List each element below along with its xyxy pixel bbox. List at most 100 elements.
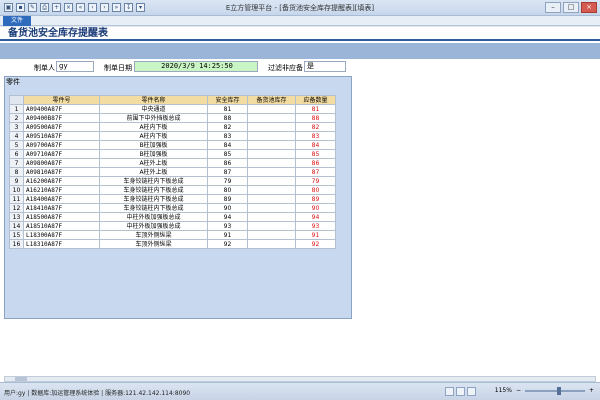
layout-view-icon[interactable] [456,387,465,396]
row-number[interactable]: 9 [9,176,24,186]
cell-part-code[interactable]: L18310A87F [23,239,100,249]
cell-part-code[interactable]: A09400A87F [23,104,100,114]
scroll-thumb[interactable] [15,377,27,381]
cell-need-qty[interactable]: 88 [295,113,336,123]
cell-pool-stock[interactable] [247,185,296,195]
cell-pool-stock[interactable] [247,149,296,159]
cell-need-qty[interactable]: 86 [295,158,336,168]
file-tab[interactable]: 文件 [3,16,31,26]
cell-safe-stock[interactable]: 83 [207,131,248,141]
cell-part-name[interactable]: 中柱外板加强板总成 [99,221,208,231]
cell-part-code[interactable]: A18410A87F [23,203,100,213]
table-row[interactable]: 5 A09700A87F B柱加强板 84 84 [9,140,336,150]
cell-safe-stock[interactable]: 79 [207,176,248,186]
cell-safe-stock[interactable]: 82 [207,122,248,132]
cell-safe-stock[interactable]: 81 [207,104,248,114]
maker-field[interactable]: gy [56,61,94,72]
table-row[interactable]: 7 A09800A87F A柱外上板 86 86 [9,158,336,168]
cell-need-qty[interactable]: 92 [295,239,336,249]
cell-safe-stock[interactable]: 87 [207,167,248,177]
cell-need-qty[interactable]: 79 [295,176,336,186]
table-row[interactable]: 11 A18400A87F 车身铰链柱内下板总成 89 89 [9,194,336,204]
cell-part-code[interactable]: A09400B87F [23,113,100,123]
cell-pool-stock[interactable] [247,212,296,222]
table-row[interactable]: 9 A16200A87F 车身铰链柱内下板总成 79 79 [9,176,336,186]
cell-safe-stock[interactable]: 88 [207,113,248,123]
row-number[interactable]: 10 [9,185,24,195]
cell-need-qty[interactable]: 89 [295,194,336,204]
zoom-out-icon[interactable]: − [516,387,521,394]
cell-part-code[interactable]: A18500A87F [23,212,100,222]
row-number[interactable]: 11 [9,194,24,204]
zoom-slider[interactable] [524,386,585,395]
maximize-icon[interactable]: □ [563,2,579,13]
date-field[interactable]: 2020/3/9 14:25:50 [134,61,258,72]
cell-part-name[interactable]: B柱加强板 [99,140,208,150]
cell-part-code[interactable]: A16200A87F [23,176,100,186]
cell-safe-stock[interactable]: 90 [207,203,248,213]
cell-pool-stock[interactable] [247,221,296,231]
cell-pool-stock[interactable] [247,194,296,204]
cell-part-name[interactable]: 车身铰链柱内下板总成 [99,194,208,204]
cell-part-name[interactable]: A柱内下板 [99,131,208,141]
table-row[interactable]: 12 A18410A87F 车身铰链柱内下板总成 90 90 [9,203,336,213]
zoom-knob[interactable] [556,386,561,395]
table-row[interactable]: 8 A09810A87F A柱外上板 87 87 [9,167,336,177]
cell-need-qty[interactable]: 85 [295,149,336,159]
row-number[interactable]: 14 [9,221,24,231]
cell-part-name[interactable]: 中央通道 [99,104,208,114]
cell-part-code[interactable]: A09710A87F [23,149,100,159]
cell-part-name[interactable]: 车身铰链柱内下板总成 [99,203,208,213]
row-number[interactable]: 5 [9,140,24,150]
row-number[interactable]: 13 [9,212,24,222]
row-number[interactable]: 3 [9,122,24,132]
cell-pool-stock[interactable] [247,158,296,168]
row-number[interactable]: 8 [9,167,24,177]
page-view-icon[interactable] [467,387,476,396]
table-row[interactable]: 1 A09400A87F 中央通道 81 81 [9,104,336,114]
cell-part-code[interactable]: A18510A87F [23,221,100,231]
cell-pool-stock[interactable] [247,230,296,240]
cell-part-name[interactable]: A柱外上板 [99,167,208,177]
row-number[interactable]: 12 [9,203,24,213]
cell-pool-stock[interactable] [247,167,296,177]
col-header-need[interactable]: 应备数量 [295,95,336,105]
table-row[interactable]: 6 A09710A87F B柱加强板 85 85 [9,149,336,159]
close-icon[interactable]: × [581,2,597,13]
cell-part-name[interactable]: 车顶外侧纵梁 [99,239,208,249]
table-row[interactable]: 2 A09400B87F 前围下中外挡板总成 88 88 [9,113,336,123]
cell-safe-stock[interactable]: 93 [207,221,248,231]
cell-part-code[interactable]: A09510A87F [23,131,100,141]
cell-part-code[interactable]: L18300A87F [23,230,100,240]
table-row[interactable]: 15 L18300A87F 车顶外侧纵梁 91 91 [9,230,336,240]
cell-part-name[interactable]: 中柱外板加强板总成 [99,212,208,222]
cell-pool-stock[interactable] [247,239,296,249]
cell-need-qty[interactable]: 93 [295,221,336,231]
cell-part-code[interactable]: A18400A87F [23,194,100,204]
cell-part-code[interactable]: A09700A87F [23,140,100,150]
cell-safe-stock[interactable]: 89 [207,194,248,204]
cell-part-name[interactable]: 车身铰链柱内下板总成 [99,176,208,186]
table-row[interactable]: 3 A09500A87F A柱内下板 82 82 [9,122,336,132]
cell-pool-stock[interactable] [247,113,296,123]
cell-safe-stock[interactable]: 91 [207,230,248,240]
cell-need-qty[interactable]: 80 [295,185,336,195]
normal-view-icon[interactable] [445,387,454,396]
row-number[interactable]: 4 [9,131,24,141]
cell-safe-stock[interactable]: 86 [207,158,248,168]
filter-field[interactable]: 是 [304,61,346,72]
row-number[interactable]: 16 [9,239,24,249]
col-header-safe[interactable]: 安全库存 [207,95,248,105]
cell-pool-stock[interactable] [247,140,296,150]
minimize-icon[interactable]: – [545,2,561,13]
cell-part-name[interactable]: 车身铰链柱内下板总成 [99,185,208,195]
row-number[interactable]: 7 [9,158,24,168]
col-header-name[interactable]: 零件名称 [99,95,208,105]
cell-need-qty[interactable]: 94 [295,212,336,222]
table-row[interactable]: 16 L18310A87F 车顶外侧纵梁 92 92 [9,239,336,249]
row-number[interactable]: 2 [9,113,24,123]
cell-part-name[interactable]: 车顶外侧纵梁 [99,230,208,240]
cell-part-code[interactable]: A09810A87F [23,167,100,177]
cell-pool-stock[interactable] [247,104,296,114]
cell-pool-stock[interactable] [247,122,296,132]
